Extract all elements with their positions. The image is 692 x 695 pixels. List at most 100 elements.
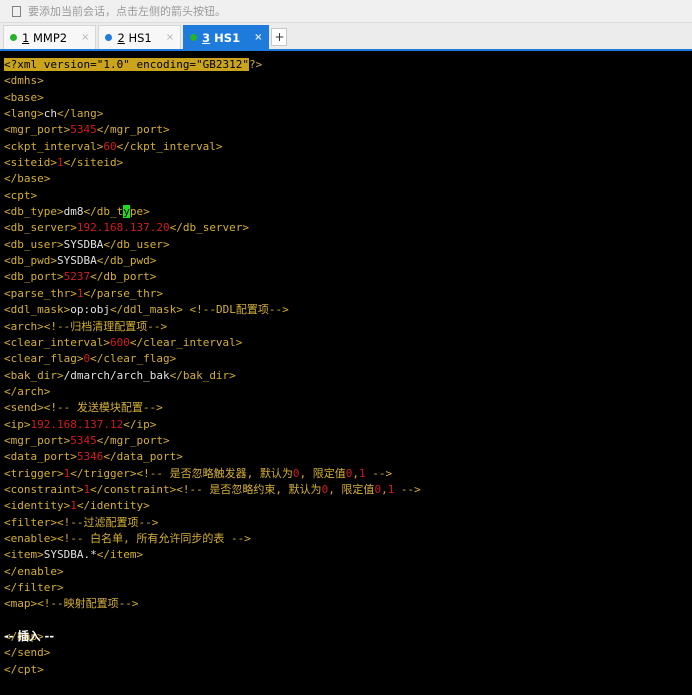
tab-hs1-3[interactable]: 3 HS1 × — [183, 25, 270, 49]
text-cursor: y — [123, 205, 130, 219]
code-token: SYSDBA.* — [43, 548, 97, 562]
status-dot-icon — [10, 34, 17, 41]
code-token: <ddl_mask> — [4, 303, 71, 317]
code-line: <db_server>192.168.137.20</db_server> — [4, 220, 692, 236]
code-line: <trigger>1</trigger><!-- 是否忽略触发器, 默认为0, … — [4, 466, 692, 482]
code-token: </siteid> — [63, 156, 124, 170]
code-line: <lang>ch</lang> — [4, 106, 692, 122]
code-token: 5237 — [63, 270, 91, 284]
code-line: <arch><!--归档清理配置项--> — [4, 319, 692, 335]
code-line: <enable><!-- 白名单, 所有允许同步的表 --> — [4, 531, 692, 547]
session-hint-text: 要添加当前会话，点击左侧的箭头按钮。 — [28, 5, 226, 18]
code-token: ?> — [249, 58, 263, 71]
code-token: <trigger> — [4, 466, 64, 480]
code-token: </db_port> — [90, 270, 157, 284]
code-token: <constraint> — [4, 482, 84, 496]
code-token: <!-- 发送模块配置--> — [43, 401, 163, 415]
tab-mmp2[interactable]: 1 MMP2 × — [3, 25, 97, 49]
code-token: <dmhs> — [4, 74, 44, 88]
code-token: </filter> — [4, 581, 64, 594]
code-token: <cpt> — [4, 188, 38, 202]
tab-number: 3 — [202, 30, 211, 45]
session-hint-bar: 要添加当前会话，点击左侧的箭头按钮。 — [0, 0, 692, 23]
code-line: <data_port>5346</data_port> — [4, 449, 692, 465]
code-token: </db_pwd> — [96, 254, 157, 268]
code-token: </base> — [4, 172, 51, 186]
code-line: </cpt> — [4, 662, 692, 678]
code-token: </item> — [96, 548, 144, 562]
code-token: 192.168.137.20 — [76, 221, 170, 235]
code-token: </data_port> — [103, 450, 183, 464]
code-token: <db_user> — [4, 237, 64, 251]
code-token: 1 — [56, 156, 64, 170]
code-token: 600 — [109, 335, 130, 349]
add-tab-button[interactable]: + — [271, 28, 288, 46]
code-line: <ip>192.168.137.12</ip> — [4, 417, 692, 433]
code-line: <mgr_port>5345</mgr_port> — [4, 122, 692, 138]
code-token: </enable> — [4, 564, 64, 578]
code-token: <!-- 白名单, 所有允许同步的表 --> — [56, 531, 251, 545]
code-line: <item>SYSDBA.*</item> — [4, 547, 692, 563]
code-line: <base> — [4, 90, 692, 106]
code-line: <parse_thr>1</parse_thr> — [4, 286, 692, 302]
arrow-icon[interactable] — [12, 5, 22, 17]
code-token: </cpt> — [4, 662, 44, 676]
close-icon[interactable]: × — [81, 32, 89, 43]
code-token: <enable> — [4, 531, 57, 545]
code-token: --> — [365, 466, 393, 480]
code-line: </base> — [4, 171, 692, 187]
code-token: 1 — [358, 466, 366, 480]
code-line: <identity>1</identity> — [4, 498, 692, 514]
code-line: <bak_dir>/dmarch/arch_bak</bak_dir> — [4, 368, 692, 384]
close-icon[interactable]: × — [254, 32, 262, 43]
code-line: <cpt> — [4, 188, 692, 204]
code-token: --> — [394, 482, 421, 496]
code-token: <bak_dir> — [4, 368, 64, 382]
code-token: </ip> — [123, 417, 157, 431]
code-token: 192.168.137.12 — [30, 417, 124, 431]
code-token: 5346 — [76, 450, 104, 464]
code-token: /dmarch/arch_bak — [63, 368, 170, 382]
code-token: , 限定值 — [328, 482, 375, 496]
code-token: <arch> — [4, 319, 44, 333]
code-token: <!-- 是否忽略约束, 默认为 — [176, 482, 322, 496]
code-token: </parse_thr> — [83, 286, 163, 300]
code-token: op:obj — [70, 303, 110, 317]
code-line: </filter> — [4, 580, 692, 596]
code-token: </db_user> — [103, 237, 170, 251]
code-token: <lang> — [4, 107, 44, 121]
terminal-editor[interactable]: <?xml version="1.0" encoding="GB2312"?> <… — [0, 51, 692, 678]
vim-mode-status: -- 插入 -- — [4, 629, 55, 643]
code-line: <constraint>1</constraint><!-- 是否忽略约束, 默… — [4, 482, 692, 498]
code-token: </db_t — [83, 205, 124, 219]
code-token: </bak_dir> — [169, 368, 236, 382]
status-dot-icon — [190, 34, 198, 41]
code-line: <send><!-- 发送模块配置--> — [4, 400, 692, 416]
code-token: </lang> — [57, 107, 104, 121]
code-token: <mgr_port> — [4, 433, 71, 447]
code-token: </send> — [4, 646, 51, 660]
code-token: </ckpt_interval> — [116, 139, 223, 153]
code-token: <clear_flag> — [4, 352, 84, 366]
code-line: </send> — [4, 645, 692, 661]
code-token: <!--映射配置项--> — [37, 597, 139, 611]
tab-number: 2 — [117, 30, 125, 45]
code-token: </db_server> — [169, 221, 250, 235]
code-token: pe> — [129, 205, 150, 219]
tab-hs1-2[interactable]: 2 HS1 × — [98, 25, 182, 49]
code-line: <ckpt_interval>60</ckpt_interval> — [4, 139, 692, 155]
close-icon[interactable]: × — [166, 32, 174, 43]
code-line: <mgr_port>5345</mgr_port> — [4, 433, 692, 449]
code-line: <map><!--映射配置项--> — [4, 596, 692, 612]
code-token: <clear_interval> — [4, 335, 110, 349]
session-tab-bar: 1 MMP2 × 2 HS1 × 3 HS1 × + — [0, 23, 692, 51]
code-token: 5345 — [70, 433, 97, 447]
code-token: ch — [43, 107, 57, 121]
code-line: </enable> — [4, 564, 692, 580]
code-token: </arch> — [4, 384, 51, 398]
code-line: <filter><!--过滤配置项--> — [4, 515, 692, 531]
code-token: <parse_thr> — [4, 286, 77, 300]
code-token: <map> — [4, 597, 38, 611]
code-token: <ip> — [4, 417, 31, 431]
